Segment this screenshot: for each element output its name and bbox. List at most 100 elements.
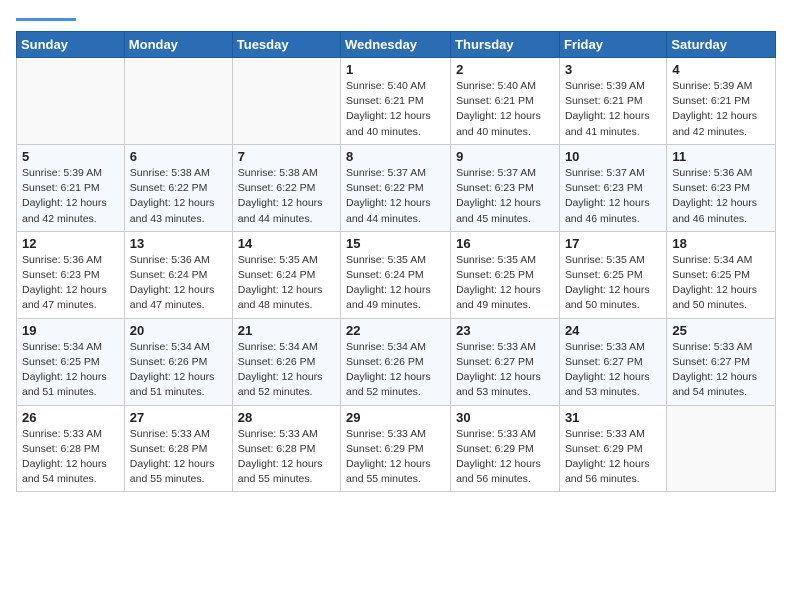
weekday-header-sunday: Sunday bbox=[17, 32, 125, 58]
calendar-cell: 4 Sunrise: 5:39 AMSunset: 6:21 PMDaylight… bbox=[667, 58, 776, 145]
calendar-week-row: 1 Sunrise: 5:40 AMSunset: 6:21 PMDaylight… bbox=[17, 58, 776, 145]
day-number: 2 bbox=[456, 62, 554, 77]
weekday-header-wednesday: Wednesday bbox=[341, 32, 451, 58]
day-info: Sunrise: 5:37 AMSunset: 6:22 PMDaylight:… bbox=[346, 166, 445, 227]
day-info: Sunrise: 5:37 AMSunset: 6:23 PMDaylight:… bbox=[456, 166, 554, 227]
day-info: Sunrise: 5:34 AMSunset: 6:26 PMDaylight:… bbox=[130, 340, 227, 401]
day-number: 20 bbox=[130, 323, 227, 338]
day-number: 8 bbox=[346, 149, 445, 164]
calendar-cell: 3 Sunrise: 5:39 AMSunset: 6:21 PMDaylight… bbox=[559, 58, 666, 145]
day-number: 17 bbox=[565, 236, 661, 251]
day-info: Sunrise: 5:39 AMSunset: 6:21 PMDaylight:… bbox=[672, 79, 770, 140]
day-number: 1 bbox=[346, 62, 445, 77]
day-info: Sunrise: 5:39 AMSunset: 6:21 PMDaylight:… bbox=[565, 79, 661, 140]
calendar-cell: 5 Sunrise: 5:39 AMSunset: 6:21 PMDaylight… bbox=[17, 144, 125, 231]
day-number: 11 bbox=[672, 149, 770, 164]
day-info: Sunrise: 5:34 AMSunset: 6:26 PMDaylight:… bbox=[238, 340, 335, 401]
day-number: 9 bbox=[456, 149, 554, 164]
day-number: 31 bbox=[565, 410, 661, 425]
day-number: 3 bbox=[565, 62, 661, 77]
weekday-header-thursday: Thursday bbox=[451, 32, 560, 58]
day-number: 14 bbox=[238, 236, 335, 251]
day-number: 25 bbox=[672, 323, 770, 338]
calendar-cell: 26Sunrise: 5:33 AMSunset: 6:28 PMDayligh… bbox=[17, 405, 125, 492]
calendar-week-row: 5 Sunrise: 5:39 AMSunset: 6:21 PMDaylight… bbox=[17, 144, 776, 231]
day-info: Sunrise: 5:38 AMSunset: 6:22 PMDaylight:… bbox=[130, 166, 227, 227]
day-info: Sunrise: 5:36 AMSunset: 6:23 PMDaylight:… bbox=[672, 166, 770, 227]
calendar-cell: 15 Sunrise: 5:35 AMSunset: 6:24 PMDayligh… bbox=[341, 231, 451, 318]
calendar-cell: 27 Sunrise: 5:33 AMSunset: 6:28 PMDayligh… bbox=[124, 405, 232, 492]
calendar-cell: 9 Sunrise: 5:37 AMSunset: 6:23 PMDaylight… bbox=[451, 144, 560, 231]
day-info: Sunrise: 5:39 AMSunset: 6:21 PMDaylight:… bbox=[22, 166, 119, 227]
day-number: 22 bbox=[346, 323, 445, 338]
calendar-cell: 1 Sunrise: 5:40 AMSunset: 6:21 PMDaylight… bbox=[341, 58, 451, 145]
calendar-cell: 14 Sunrise: 5:35 AMSunset: 6:24 PMDayligh… bbox=[232, 231, 340, 318]
calendar-cell: 10 Sunrise: 5:37 AMSunset: 6:23 PMDayligh… bbox=[559, 144, 666, 231]
calendar-cell: 30 Sunrise: 5:33 AMSunset: 6:29 PMDayligh… bbox=[451, 405, 560, 492]
day-info: Sunrise: 5:40 AMSunset: 6:21 PMDaylight:… bbox=[346, 79, 445, 140]
calendar-cell: 11 Sunrise: 5:36 AMSunset: 6:23 PMDayligh… bbox=[667, 144, 776, 231]
weekday-header-friday: Friday bbox=[559, 32, 666, 58]
calendar-cell: 25 Sunrise: 5:33 AMSunset: 6:27 PMDayligh… bbox=[667, 318, 776, 405]
day-number: 30 bbox=[456, 410, 554, 425]
day-number: 5 bbox=[22, 149, 119, 164]
logo bbox=[16, 16, 76, 21]
calendar-cell: 8 Sunrise: 5:37 AMSunset: 6:22 PMDaylight… bbox=[341, 144, 451, 231]
day-number: 13 bbox=[130, 236, 227, 251]
day-info: Sunrise: 5:35 AMSunset: 6:24 PMDaylight:… bbox=[346, 253, 445, 314]
calendar-cell: 6 Sunrise: 5:38 AMSunset: 6:22 PMDaylight… bbox=[124, 144, 232, 231]
day-number: 23 bbox=[456, 323, 554, 338]
calendar-table: SundayMondayTuesdayWednesdayThursdayFrid… bbox=[16, 31, 776, 492]
calendar-cell bbox=[17, 58, 125, 145]
weekday-header-monday: Monday bbox=[124, 32, 232, 58]
day-info: Sunrise: 5:33 AMSunset: 6:28 PMDaylight:… bbox=[130, 427, 227, 488]
day-number: 10 bbox=[565, 149, 661, 164]
day-info: Sunrise: 5:33 AMSunset: 6:29 PMDaylight:… bbox=[565, 427, 661, 488]
calendar-cell: 24 Sunrise: 5:33 AMSunset: 6:27 PMDayligh… bbox=[559, 318, 666, 405]
calendar-cell: 29Sunrise: 5:33 AMSunset: 6:29 PMDayligh… bbox=[341, 405, 451, 492]
day-info: Sunrise: 5:35 AMSunset: 6:25 PMDaylight:… bbox=[565, 253, 661, 314]
logo-underline bbox=[16, 18, 76, 21]
calendar-week-row: 26Sunrise: 5:33 AMSunset: 6:28 PMDayligh… bbox=[17, 405, 776, 492]
day-info: Sunrise: 5:34 AMSunset: 6:26 PMDaylight:… bbox=[346, 340, 445, 401]
day-number: 7 bbox=[238, 149, 335, 164]
day-number: 27 bbox=[130, 410, 227, 425]
day-number: 15 bbox=[346, 236, 445, 251]
day-number: 21 bbox=[238, 323, 335, 338]
day-info: Sunrise: 5:33 AMSunset: 6:27 PMDaylight:… bbox=[672, 340, 770, 401]
calendar-cell: 22 Sunrise: 5:34 AMSunset: 6:26 PMDayligh… bbox=[341, 318, 451, 405]
calendar-cell bbox=[232, 58, 340, 145]
day-info: Sunrise: 5:33 AMSunset: 6:28 PMDaylight:… bbox=[22, 427, 119, 488]
calendar-cell: 18 Sunrise: 5:34 AMSunset: 6:25 PMDayligh… bbox=[667, 231, 776, 318]
calendar-cell: 12Sunrise: 5:36 AMSunset: 6:23 PMDayligh… bbox=[17, 231, 125, 318]
calendar-cell: 16Sunrise: 5:35 AMSunset: 6:25 PMDayligh… bbox=[451, 231, 560, 318]
day-number: 4 bbox=[672, 62, 770, 77]
day-info: Sunrise: 5:34 AMSunset: 6:25 PMDaylight:… bbox=[672, 253, 770, 314]
day-info: Sunrise: 5:35 AMSunset: 6:24 PMDaylight:… bbox=[238, 253, 335, 314]
day-info: Sunrise: 5:33 AMSunset: 6:28 PMDaylight:… bbox=[238, 427, 335, 488]
day-info: Sunrise: 5:40 AMSunset: 6:21 PMDaylight:… bbox=[456, 79, 554, 140]
calendar-cell bbox=[124, 58, 232, 145]
calendar-cell: 19Sunrise: 5:34 AMSunset: 6:25 PMDayligh… bbox=[17, 318, 125, 405]
day-number: 12 bbox=[22, 236, 119, 251]
calendar-week-row: 19Sunrise: 5:34 AMSunset: 6:25 PMDayligh… bbox=[17, 318, 776, 405]
calendar-cell: 21 Sunrise: 5:34 AMSunset: 6:26 PMDayligh… bbox=[232, 318, 340, 405]
day-number: 18 bbox=[672, 236, 770, 251]
calendar-cell: 31 Sunrise: 5:33 AMSunset: 6:29 PMDayligh… bbox=[559, 405, 666, 492]
day-info: Sunrise: 5:36 AMSunset: 6:24 PMDaylight:… bbox=[130, 253, 227, 314]
day-number: 29 bbox=[346, 410, 445, 425]
calendar-cell: 2 Sunrise: 5:40 AMSunset: 6:21 PMDaylight… bbox=[451, 58, 560, 145]
day-info: Sunrise: 5:33 AMSunset: 6:29 PMDaylight:… bbox=[456, 427, 554, 488]
day-number: 19 bbox=[22, 323, 119, 338]
day-info: Sunrise: 5:37 AMSunset: 6:23 PMDaylight:… bbox=[565, 166, 661, 227]
weekday-header-saturday: Saturday bbox=[667, 32, 776, 58]
calendar-cell bbox=[667, 405, 776, 492]
day-info: Sunrise: 5:38 AMSunset: 6:22 PMDaylight:… bbox=[238, 166, 335, 227]
calendar-cell: 13 Sunrise: 5:36 AMSunset: 6:24 PMDayligh… bbox=[124, 231, 232, 318]
day-info: Sunrise: 5:33 AMSunset: 6:27 PMDaylight:… bbox=[456, 340, 554, 401]
day-number: 24 bbox=[565, 323, 661, 338]
day-info: Sunrise: 5:33 AMSunset: 6:27 PMDaylight:… bbox=[565, 340, 661, 401]
day-number: 6 bbox=[130, 149, 227, 164]
day-number: 28 bbox=[238, 410, 335, 425]
calendar-cell: 23 Sunrise: 5:33 AMSunset: 6:27 PMDayligh… bbox=[451, 318, 560, 405]
